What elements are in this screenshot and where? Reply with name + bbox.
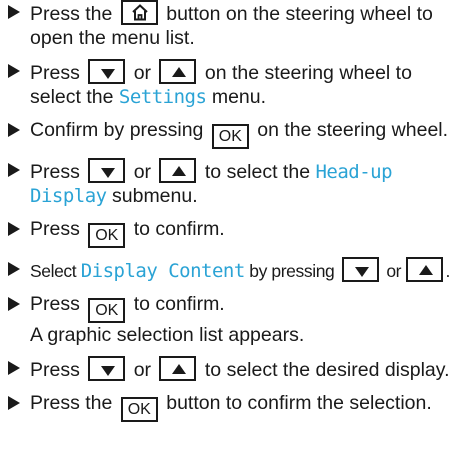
triangle-bullet-icon — [8, 262, 20, 276]
down-button-icon — [88, 59, 126, 84]
step-8: Press or to select the desired display. — [4, 356, 466, 382]
triangle-bullet-icon — [8, 222, 20, 236]
instruction-list: Press the button on the steering wheel t… — [4, 0, 466, 431]
triangle-bullet-icon — [8, 297, 20, 311]
step-6: Select Display Content by pressing or . — [4, 257, 466, 283]
step-9: Press the OK button to confirm the selec… — [4, 391, 466, 422]
triangle-bullet-icon — [8, 396, 20, 410]
step-1: Press the button on the steering wheel t… — [4, 0, 466, 50]
down-button-icon — [88, 158, 126, 183]
menu-term-display-content: Display Content — [80, 260, 246, 282]
up-arrow-icon — [172, 67, 187, 77]
ok-button-key: OK — [211, 124, 249, 149]
home-button-icon — [120, 0, 158, 25]
ok-button-key: OK — [120, 397, 158, 422]
home-icon — [132, 4, 148, 21]
triangle-bullet-icon — [8, 123, 20, 137]
menu-term-settings: Settings — [118, 86, 207, 108]
triangle-bullet-icon — [8, 163, 20, 177]
step-4: Press or to select the Head-up Display s… — [4, 158, 466, 208]
up-button-icon — [159, 59, 197, 84]
up-arrow-icon — [172, 166, 187, 176]
step-5: Press OK to confirm. — [4, 217, 466, 248]
down-arrow-icon — [101, 69, 116, 79]
up-button-icon — [405, 257, 443, 282]
ok-button-key: OK — [88, 298, 126, 323]
down-arrow-icon — [101, 366, 116, 376]
triangle-bullet-icon — [8, 64, 20, 78]
down-button-icon — [341, 257, 379, 282]
result-text: A graphic selection list appears. — [30, 324, 305, 346]
step-2: Press or on the steering wheel to select… — [4, 59, 466, 109]
triangle-bullet-icon — [8, 5, 20, 19]
down-arrow-icon — [354, 267, 369, 277]
ok-button-key: OK — [88, 223, 126, 248]
down-arrow-icon — [101, 168, 116, 178]
up-arrow-icon — [418, 265, 433, 275]
triangle-bullet-icon — [8, 361, 20, 375]
step-3: Confirm by pressing OK on the steering w… — [4, 118, 466, 149]
down-button-icon — [88, 356, 126, 381]
up-button-icon — [159, 356, 197, 381]
up-button-icon — [159, 158, 197, 183]
up-arrow-icon — [172, 364, 187, 374]
step-7: Press OK to confirm. A graphic selection… — [4, 292, 466, 347]
